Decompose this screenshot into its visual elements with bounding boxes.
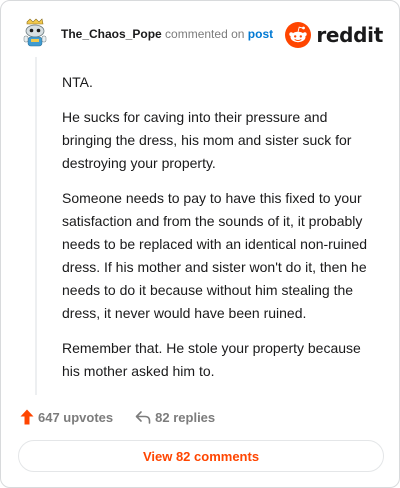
reply-count: 82 replies	[155, 409, 216, 425]
reddit-logo[interactable]: reddit	[285, 20, 383, 50]
post-link[interactable]: post	[248, 27, 273, 41]
comment-paragraph-2: He sucks for caving into their pressure …	[62, 109, 352, 171]
view-comments-button[interactable]: View 82 comments	[18, 440, 384, 472]
comment-paragraph-3: Someone needs to pay to have this fixed …	[62, 190, 368, 321]
comment-meta: The_Chaos_Pope commented on post	[61, 27, 273, 41]
comment-paragraph-4: Remember that. He stole your property be…	[62, 340, 361, 379]
avatar[interactable]	[21, 18, 49, 48]
upvote-button[interactable]: 647 upvotes	[20, 409, 113, 425]
upvote-count: 647 upvotes	[38, 409, 114, 425]
snoo-avatar-icon	[21, 18, 49, 48]
comment-card: The_Chaos_Pope commented on post reddit …	[0, 0, 400, 488]
reddit-snoo-icon	[285, 22, 312, 48]
replies-button[interactable]: 82 replies	[135, 410, 215, 425]
comment-actions: 647 upvotes 82 replies	[20, 406, 215, 428]
thread-line[interactable]	[35, 57, 37, 395]
comment-paragraph-1: NTA.	[62, 74, 93, 90]
reply-arrow-icon	[135, 411, 151, 424]
username-link[interactable]: The_Chaos_Pope	[61, 27, 162, 41]
comment-body: NTA. He sucks for caving into their pres…	[62, 71, 378, 395]
commented-on-text: commented on	[165, 27, 245, 41]
comment-header: The_Chaos_Pope commented on post reddit	[21, 18, 383, 54]
upvote-arrow-icon	[20, 409, 34, 425]
reddit-logo-text: reddit	[316, 23, 383, 47]
